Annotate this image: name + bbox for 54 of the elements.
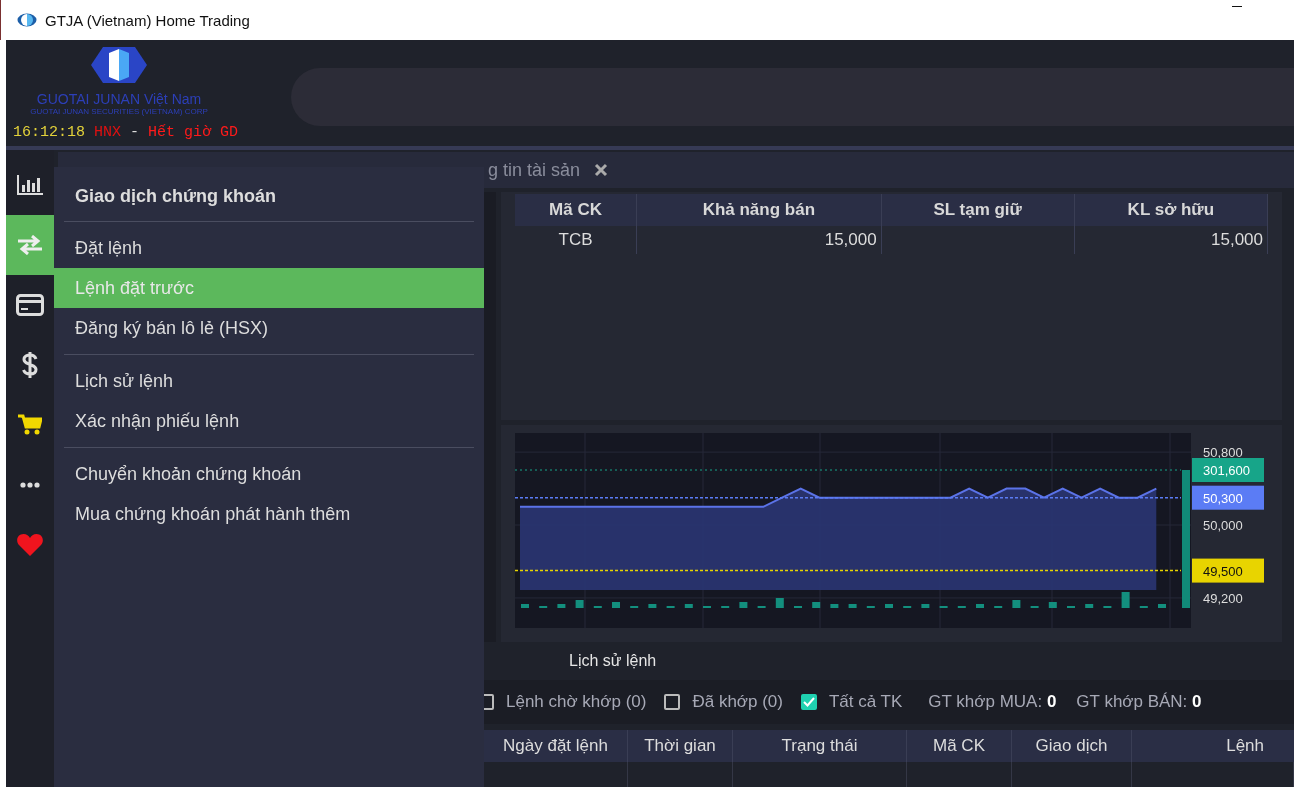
clock-time: 16:12:18 xyxy=(13,124,85,141)
total-text: GT khớp MUA: 0 xyxy=(928,692,1057,712)
checkbox-label: Tất cả TK xyxy=(828,692,903,712)
menu-item[interactable]: Đặt lệnh xyxy=(54,228,484,268)
credit-card-icon xyxy=(16,294,44,316)
shopping-cart-icon xyxy=(18,414,42,436)
column-header: KL sở hữu xyxy=(1074,194,1268,226)
transfer-arrows-icon xyxy=(17,235,43,255)
column-header: Lệnh xyxy=(1225,735,1265,757)
minimize-icon[interactable] xyxy=(1232,6,1242,8)
column-header: Trạng thái xyxy=(733,730,907,762)
total-text: GT khớp BÁN: 0 xyxy=(1076,692,1202,712)
market-status: Hết giờ GD xyxy=(148,124,239,141)
volume-badge: 301,600 xyxy=(1192,458,1264,482)
bar-chart-icon xyxy=(16,174,44,196)
section-tab[interactable]: Lịch sử lệnh xyxy=(569,652,657,670)
checkbox[interactable] xyxy=(800,694,817,710)
close-icon[interactable] xyxy=(594,163,609,177)
column-header: Khả năng bán xyxy=(636,194,882,226)
heart-icon xyxy=(17,534,43,556)
table-cell: 15,000 xyxy=(636,226,882,254)
ref-line-label: 50,300 xyxy=(1203,490,1243,506)
axis-label: 49,200 xyxy=(1203,590,1243,606)
price-badge: 49,500 xyxy=(1192,558,1264,583)
company-subtitle: GUOTAI JUNAN SECURITIES (VIETNAM) CORP xyxy=(30,107,208,116)
price-badge: 50,300 xyxy=(1192,485,1264,510)
checkbox-label: Lệnh chờ khớp (0) xyxy=(506,692,647,712)
checkbox-label: Đã khớp (0) xyxy=(692,692,783,712)
menu-title: Giao dịch chứng khoán xyxy=(74,185,278,208)
menu-item[interactable]: Đăng ký bán lô lẻ (HSX) xyxy=(54,308,484,348)
tab[interactable]: g tin tài sản xyxy=(488,159,621,181)
dollar-icon xyxy=(22,352,38,378)
column-header: Mã CK xyxy=(515,194,637,226)
menu-item[interactable]: Chuyển khoản chứng khoán xyxy=(54,454,484,494)
menu-item[interactable]: Lịch sử lệnh xyxy=(54,361,484,401)
column-header: Giao dịch xyxy=(1012,730,1132,762)
more-dots-icon xyxy=(20,482,40,488)
separator-text: - xyxy=(130,124,140,141)
column-header: Mã CK xyxy=(907,730,1012,762)
axis-label: 50,000 xyxy=(1203,518,1243,534)
menu-item[interactable]: Xác nhận phiếu lệnh xyxy=(54,401,484,441)
menu-item[interactable]: Mua chứng khoán phát hành thêm xyxy=(54,494,484,534)
column-header: Thời gian xyxy=(628,730,733,762)
column-header: SL tạm giữ xyxy=(881,194,1075,226)
window-title: GTJA (Vietnam) Home Trading xyxy=(45,11,250,29)
axis-label: 50,800 xyxy=(1203,445,1243,461)
checkbox[interactable] xyxy=(664,694,681,710)
app-logo-icon xyxy=(17,13,37,27)
company-name: GUOTAI JUNAN Việt Nam xyxy=(36,91,202,107)
table-cell: TCB xyxy=(515,226,637,254)
company-logo-icon xyxy=(91,47,147,83)
ref-line-label: 49,500 xyxy=(1203,563,1243,579)
table-cell: 15,000 xyxy=(1074,226,1268,254)
exchange-code: HNX xyxy=(94,124,122,141)
